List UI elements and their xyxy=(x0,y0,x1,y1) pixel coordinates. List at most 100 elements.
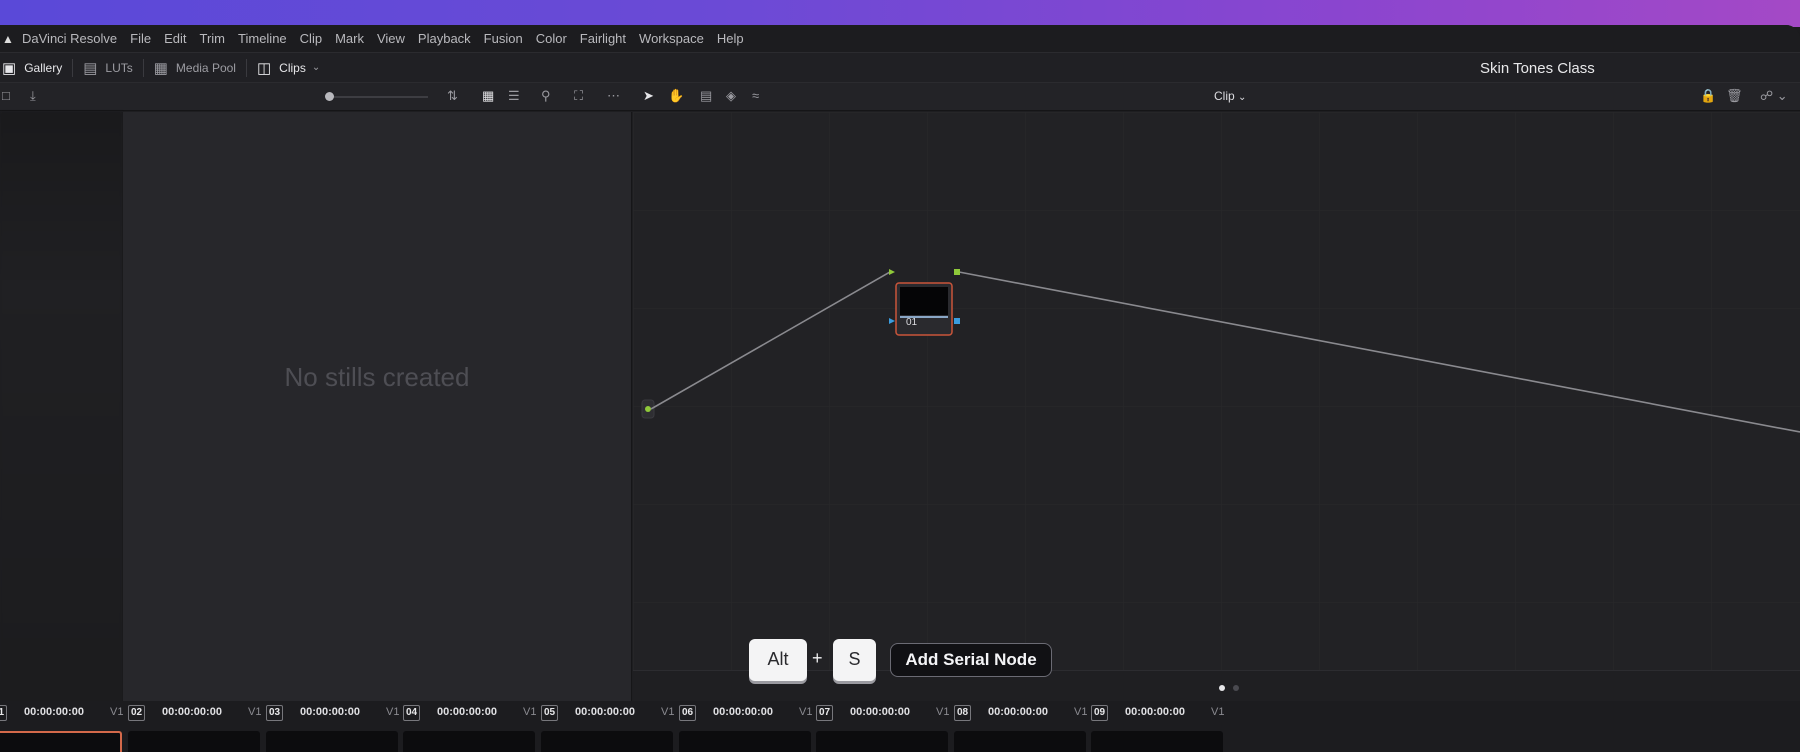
clip-thumbnail[interactable]: 09 00:00:00:00 V1 xyxy=(1091,701,1228,752)
node-editor[interactable]: 01 xyxy=(633,112,1800,670)
clip-timecode: 00:00:00:00 xyxy=(713,706,773,718)
clip-track: V1 xyxy=(386,706,400,718)
gallery-button[interactable]: ▣ Gallery xyxy=(0,53,72,82)
clip-thumbnail-image[interactable] xyxy=(266,731,398,752)
title-gradient-bar xyxy=(0,0,1800,27)
clip-thumbnail[interactable]: 02 00:00:00:00 V1 xyxy=(128,701,265,752)
more-options-icon[interactable]: ⋯ xyxy=(607,89,620,103)
menu-mark[interactable]: Mark xyxy=(335,31,364,46)
clip-thumbnail-image[interactable] xyxy=(541,731,673,752)
clip-thumbnail[interactable]: 07 00:00:00:00 V1 xyxy=(816,701,953,752)
node-mode-label: Clip xyxy=(1214,89,1235,103)
node-label: 01 xyxy=(906,317,918,328)
menu-help[interactable]: Help xyxy=(717,31,744,46)
menu-bar: ▲ DaVinci Resolve File Edit Trim Timelin… xyxy=(0,25,1800,52)
clip-track: V1 xyxy=(248,706,262,718)
clip-timecode: 00:00:00:00 xyxy=(1125,706,1185,718)
clip-timecode: 00:00:00:00 xyxy=(988,706,1048,718)
menu-file[interactable]: File xyxy=(130,31,151,46)
menu-timeline[interactable]: Timeline xyxy=(238,31,287,46)
menu-trim[interactable]: Trim xyxy=(200,31,226,46)
clips-label: Clips xyxy=(279,60,306,75)
menu-color[interactable]: Color xyxy=(536,31,567,46)
clips-button[interactable]: ◫ Clips ⌄ xyxy=(247,53,330,82)
sort-icon[interactable]: ⇅ xyxy=(447,89,458,103)
shortcut-action-label: Add Serial Node xyxy=(890,643,1052,677)
clip-timecode: 00:00:00:00 xyxy=(575,706,635,718)
clip-thumbnail-image[interactable] xyxy=(679,731,811,752)
panel-toggle-icon[interactable]: □ xyxy=(2,89,10,103)
lock-icon[interactable]: 🔒 xyxy=(1700,89,1716,103)
clip-timecode: 00:00:00:00 xyxy=(437,706,497,718)
menu-edit[interactable]: Edit xyxy=(164,31,186,46)
node-graph-options-icon[interactable]: ☍ ⌄ xyxy=(1760,89,1788,103)
gallery-empty-message: No stills created xyxy=(284,362,470,392)
node-mode-selector[interactable]: Clip ⌄ xyxy=(1214,89,1246,103)
clip-number: 02 xyxy=(128,705,146,721)
clip-number: 03 xyxy=(266,705,284,721)
menu-fairlight[interactable]: Fairlight xyxy=(580,31,626,46)
menu-fusion[interactable]: Fusion xyxy=(484,31,523,46)
clip-track: V1 xyxy=(110,706,124,718)
clip-thumbnail-strip: 01 00:00:00:00 V1 02 00:00:00:00 V1 03 0… xyxy=(0,701,1800,752)
node-align-icon[interactable]: ▤ xyxy=(700,89,712,103)
splitter-icon[interactable]: ≈ xyxy=(752,89,759,103)
menu-playback[interactable]: Playback xyxy=(418,31,471,46)
list-view-icon[interactable]: ☰ xyxy=(508,89,520,103)
menu-clip[interactable]: Clip xyxy=(300,31,322,46)
clip-track: V1 xyxy=(1074,706,1088,718)
menu-davinci-resolve[interactable]: DaVinci Resolve xyxy=(22,31,117,46)
hand-tool-icon[interactable]: ✋ xyxy=(668,89,684,103)
clip-timecode: 00:00:00:00 xyxy=(300,706,360,718)
clip-thumbnail-image[interactable] xyxy=(1091,731,1223,752)
grid-view-icon[interactable]: ▦ xyxy=(482,89,494,103)
menu-view[interactable]: View xyxy=(377,31,405,46)
gallery-icon: ▣ xyxy=(2,59,17,77)
chevron-down-icon: ⌄ xyxy=(1238,92,1247,103)
clip-thumbnail-image[interactable] xyxy=(954,731,1086,752)
clip-number: 08 xyxy=(954,705,972,721)
luts-button[interactable]: ▤ LUTs xyxy=(73,53,143,82)
thumbnail-size-slider[interactable] xyxy=(328,96,428,98)
clip-thumbnail-image[interactable] xyxy=(403,731,535,752)
menu-workspace[interactable]: Workspace xyxy=(639,31,704,46)
clips-icon: ◫ xyxy=(256,59,272,77)
clip-number: 04 xyxy=(403,705,421,721)
page-dot[interactable] xyxy=(1233,685,1239,691)
slider-knob[interactable] xyxy=(325,92,334,101)
page-toolbar: ▣ Gallery ▤ LUTs ▦ Media Pool ◫ Clips ⌄ … xyxy=(0,52,1800,83)
media-pool-button[interactable]: ▦ Media Pool xyxy=(144,53,246,82)
gallery-panel: No stills created xyxy=(122,112,632,701)
shortcut-key-alt: Alt xyxy=(749,639,807,681)
luts-label: LUTs xyxy=(105,60,133,75)
clip-thumbnail[interactable]: 06 00:00:00:00 V1 xyxy=(679,701,816,752)
clip-track: V1 xyxy=(661,706,675,718)
trash-icon[interactable]: 🗑 xyxy=(1726,89,1743,103)
clip-thumbnail-image[interactable] xyxy=(0,731,122,752)
clip-thumbnail-image[interactable] xyxy=(816,731,948,752)
clip-track: V1 xyxy=(936,706,950,718)
fullscreen-icon[interactable]: ⛶ xyxy=(574,89,583,103)
clip-timecode: 00:00:00:00 xyxy=(850,706,910,718)
clip-number: 06 xyxy=(679,705,697,721)
media-pool-label: Media Pool xyxy=(175,60,236,75)
layers-icon[interactable]: ◈ xyxy=(726,89,736,103)
page-dot-active[interactable] xyxy=(1219,685,1225,691)
clip-thumbnail[interactable]: 01 00:00:00:00 V1 xyxy=(0,701,127,752)
clip-thumbnail-image[interactable] xyxy=(128,731,260,752)
clip-thumbnail[interactable]: 08 00:00:00:00 V1 xyxy=(954,701,1091,752)
clip-number: 01 xyxy=(0,705,8,721)
clip-thumbnail[interactable]: 05 00:00:00:00 V1 xyxy=(541,701,678,752)
clip-thumbnail[interactable]: 04 00:00:00:00 V1 xyxy=(403,701,540,752)
node-graph-canvas[interactable] xyxy=(633,112,1800,670)
luts-icon: ▤ xyxy=(83,59,98,77)
pointer-tool-icon[interactable]: ➤ xyxy=(643,89,654,103)
source-output-dot[interactable] xyxy=(645,406,651,412)
chevron-down-icon: ⌄ xyxy=(311,62,321,73)
clip-thumbnail[interactable]: 03 00:00:00:00 V1 xyxy=(266,701,403,752)
node-editor-footer xyxy=(633,670,1800,701)
clip-track: V1 xyxy=(799,706,813,718)
search-icon[interactable]: ⚲ xyxy=(541,89,551,103)
grab-still-icon[interactable]: ⤓ xyxy=(30,89,36,103)
clip-number: 09 xyxy=(1091,705,1109,721)
